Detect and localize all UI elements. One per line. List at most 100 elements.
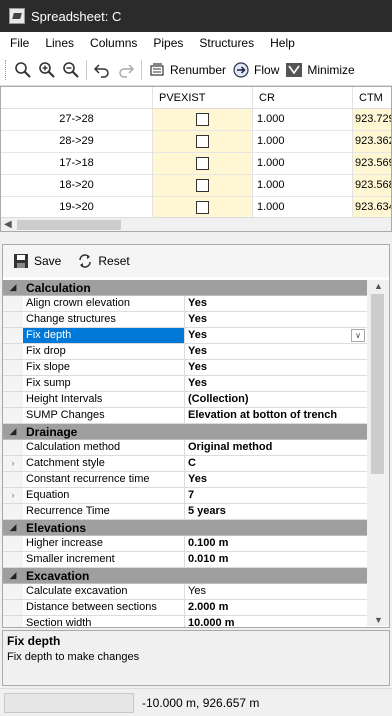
horizontal-scrollbar[interactable]: ◀ xyxy=(1,217,391,231)
scroll-down-icon[interactable]: ▼ xyxy=(374,615,383,625)
reset-button[interactable]: Reset xyxy=(77,253,130,269)
expand-icon[interactable]: › xyxy=(3,488,23,503)
collapse-icon[interactable]: ◢ xyxy=(3,426,23,437)
property-value-dropdown[interactable]: Yes ∨ xyxy=(185,328,367,343)
ctm-cell[interactable]: 923.569 xyxy=(353,153,391,174)
ctm-cell[interactable]: 923.362 xyxy=(353,131,391,152)
property-row[interactable]: Fix slope Yes xyxy=(3,360,367,376)
pvexist-cell[interactable] xyxy=(153,131,253,152)
column-header-name[interactable] xyxy=(1,87,153,109)
cr-cell[interactable]: 1.000 xyxy=(253,109,353,130)
minimize-button[interactable]: Minimize xyxy=(282,57,357,83)
ctm-cell[interactable]: 923.568 xyxy=(353,175,391,196)
pvexist-cell[interactable] xyxy=(153,153,253,174)
property-value[interactable]: C xyxy=(185,456,367,471)
property-value[interactable]: Yes xyxy=(185,584,367,599)
property-row[interactable]: Height Intervals (Collection) xyxy=(3,392,367,408)
property-row[interactable]: Higher increase 0.100 m xyxy=(3,536,367,552)
cr-cell[interactable]: 1.000 xyxy=(253,175,353,196)
property-value[interactable]: 0.010 m xyxy=(185,552,367,567)
property-value[interactable]: Elevation at botton of trench xyxy=(185,408,367,423)
redo-button[interactable] xyxy=(114,57,138,83)
category-elevations[interactable]: ◢ Elevations xyxy=(3,520,367,536)
scrollbar-thumb[interactable] xyxy=(17,220,121,230)
pvexist-cell[interactable] xyxy=(153,197,253,218)
pvexist-cell[interactable] xyxy=(153,175,253,196)
property-row[interactable]: Fix sump Yes xyxy=(3,376,367,392)
pvexist-checkbox[interactable] xyxy=(196,135,209,148)
vertical-scrollbar[interactable]: ▲ ▼ xyxy=(367,280,389,626)
table-row[interactable]: 17->18 1.000 923.569 xyxy=(1,153,391,175)
property-row[interactable]: Align crown elevation Yes xyxy=(3,296,367,312)
table-row[interactable]: 19->20 1.000 923.634 xyxy=(1,197,391,219)
pvexist-checkbox[interactable] xyxy=(196,157,209,170)
property-value[interactable]: Yes xyxy=(185,360,367,375)
undo-button[interactable] xyxy=(90,57,114,83)
property-row[interactable]: SUMP Changes Elevation at botton of trenc… xyxy=(3,408,367,424)
menu-columns[interactable]: Columns xyxy=(82,32,145,54)
category-calculation[interactable]: ◢ Calculation xyxy=(3,280,367,296)
property-value[interactable]: Yes xyxy=(185,312,367,327)
property-value[interactable]: 10.000 m xyxy=(185,616,367,627)
scroll-up-icon[interactable]: ▲ xyxy=(374,281,383,291)
property-row[interactable]: Fix drop Yes xyxy=(3,344,367,360)
scrollbar-thumb[interactable] xyxy=(371,294,384,474)
category-excavation[interactable]: ◢ Excavation xyxy=(3,568,367,584)
property-value[interactable]: Yes xyxy=(185,376,367,391)
ctm-cell[interactable]: 923.729 xyxy=(353,109,391,130)
property-row[interactable]: Calculation method Original method xyxy=(3,440,367,456)
property-row[interactable]: Smaller increment 0.010 m xyxy=(3,552,367,568)
property-row[interactable]: Change structures Yes xyxy=(3,312,367,328)
property-row[interactable]: › Catchment style C xyxy=(3,456,367,472)
property-value[interactable]: (Collection) xyxy=(185,392,367,407)
property-value[interactable]: Yes xyxy=(185,296,367,311)
property-row[interactable]: Recurrence Time 5 years xyxy=(3,504,367,520)
property-row[interactable]: › Equation 7 xyxy=(3,488,367,504)
property-row[interactable]: Section width 10.000 m xyxy=(3,616,367,627)
save-button[interactable]: Save xyxy=(13,253,61,269)
menu-lines[interactable]: Lines xyxy=(37,32,82,54)
pvexist-checkbox[interactable] xyxy=(196,201,209,214)
table-row[interactable]: 28->29 1.000 923.362 xyxy=(1,131,391,153)
collapse-icon[interactable]: ◢ xyxy=(3,522,23,533)
zoom-in-button[interactable] xyxy=(35,57,59,83)
column-header-pvexist[interactable]: PVEXIST xyxy=(153,87,253,109)
table-row[interactable]: 27->28 1.000 923.729 xyxy=(1,109,391,131)
property-row[interactable]: Constant recurrence time Yes xyxy=(3,472,367,488)
zoom-out-button[interactable] xyxy=(59,57,83,83)
pvexist-checkbox[interactable] xyxy=(196,113,209,126)
property-row[interactable]: Calculate excavation Yes xyxy=(3,584,367,600)
table-row[interactable]: 18->20 1.000 923.568 xyxy=(1,175,391,197)
expand-icon[interactable]: › xyxy=(3,456,23,471)
zoom-button[interactable] xyxy=(11,57,35,83)
property-value[interactable]: 5 years xyxy=(185,504,367,519)
pvexist-checkbox[interactable] xyxy=(196,179,209,192)
property-row[interactable]: Distance between sections 2.000 m xyxy=(3,600,367,616)
cr-cell[interactable]: 1.000 xyxy=(253,131,353,152)
pvexist-cell[interactable] xyxy=(153,109,253,130)
scroll-left-icon[interactable]: ◀ xyxy=(4,219,12,230)
renumber-button[interactable]: Renumber xyxy=(145,57,229,83)
ctm-cell[interactable]: 923.634 xyxy=(353,197,391,218)
menu-file[interactable]: File xyxy=(0,32,37,54)
property-value[interactable]: 0.100 m xyxy=(185,536,367,551)
property-value[interactable]: Original method xyxy=(185,440,367,455)
collapse-icon[interactable]: ◢ xyxy=(3,282,23,293)
flow-button[interactable]: Flow xyxy=(229,57,282,83)
property-value[interactable]: Yes xyxy=(185,472,367,487)
category-drainage[interactable]: ◢ Drainage xyxy=(3,424,367,440)
column-header-cr[interactable]: CR xyxy=(253,87,353,109)
cr-cell[interactable]: 1.000 xyxy=(253,197,353,218)
menu-structures[interactable]: Structures xyxy=(191,32,262,54)
column-header-ctm[interactable]: CTM xyxy=(353,87,391,109)
collapse-icon[interactable]: ◢ xyxy=(3,570,23,581)
menu-help[interactable]: Help xyxy=(262,32,303,54)
property-value[interactable]: Yes xyxy=(185,344,367,359)
property-value[interactable]: 2.000 m xyxy=(185,600,367,615)
property-row-selected[interactable]: Fix depth Yes ∨ xyxy=(3,328,367,344)
cr-cell[interactable]: 1.000 xyxy=(253,153,353,174)
chevron-down-icon[interactable]: ∨ xyxy=(351,329,365,342)
property-value[interactable]: 7 xyxy=(185,488,367,503)
menu-pipes[interactable]: Pipes xyxy=(145,32,191,54)
panel-splitter[interactable] xyxy=(0,232,392,244)
